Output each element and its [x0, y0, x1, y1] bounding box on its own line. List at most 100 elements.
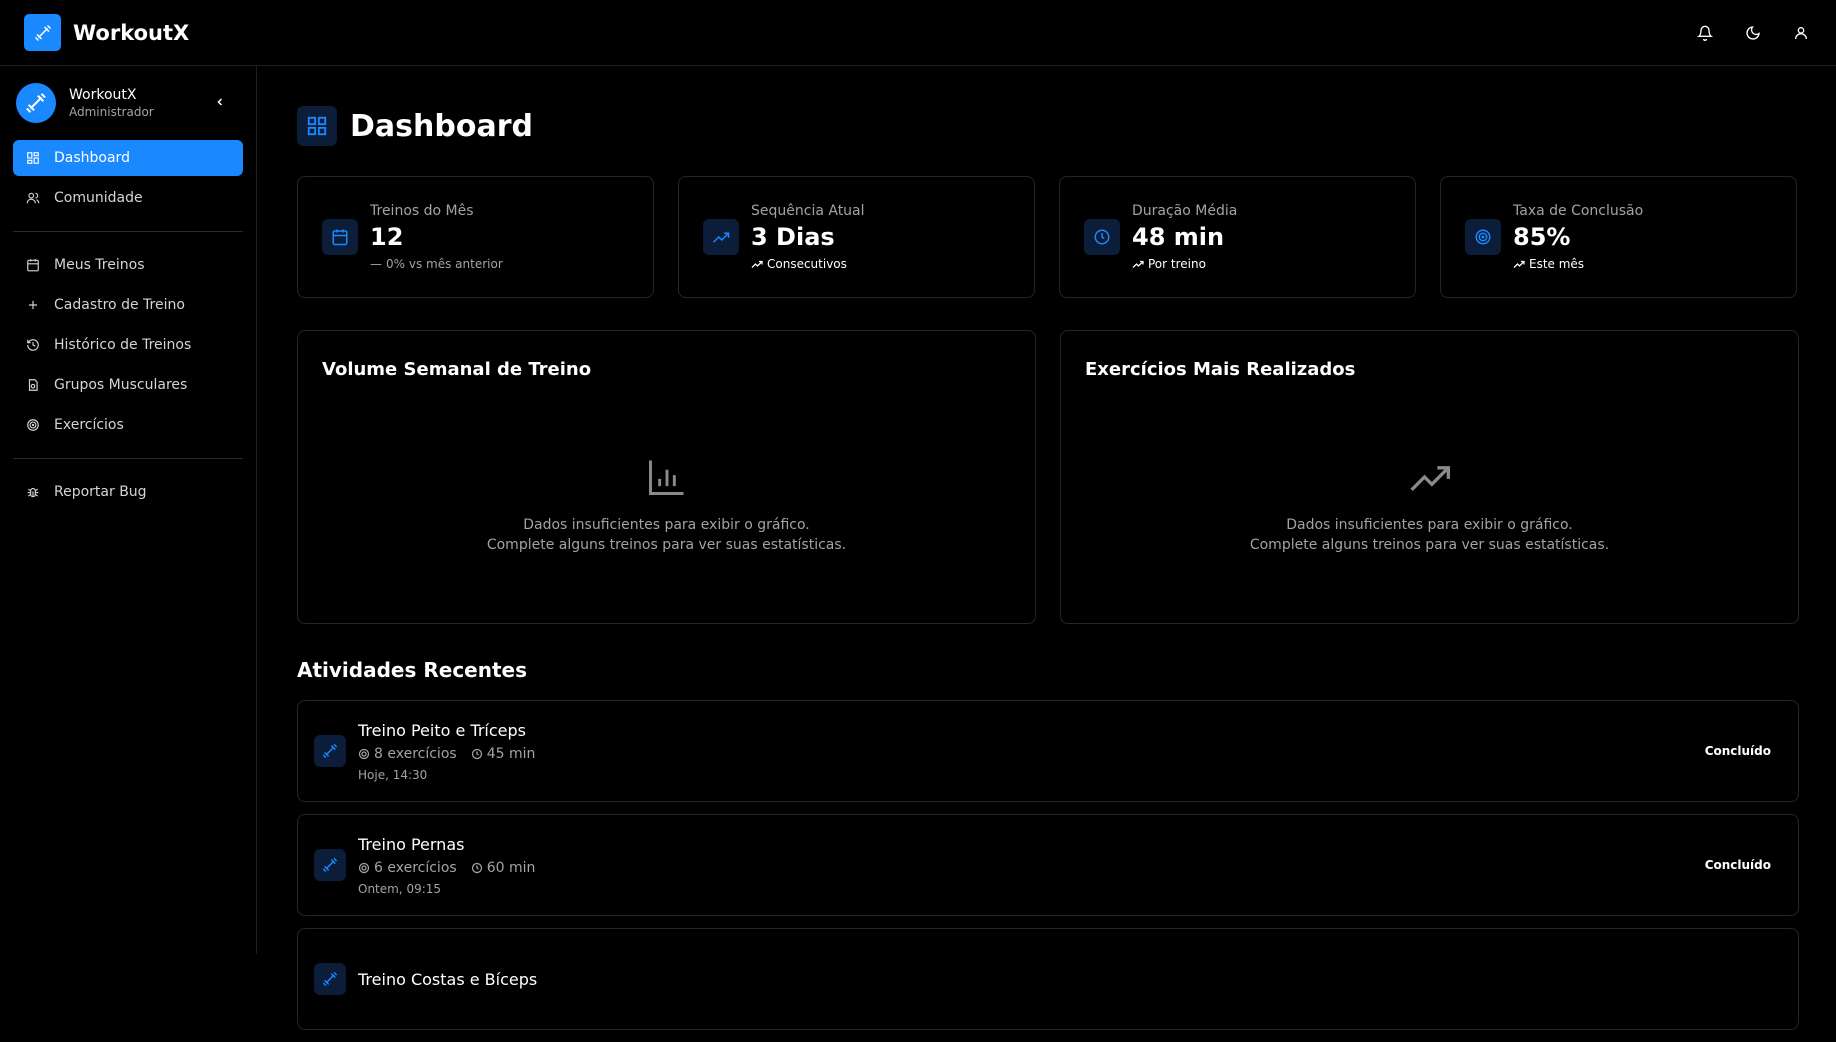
activity-list: Treino Peito e Tríceps 8 exercícios 45 m… — [297, 700, 1799, 1030]
chart-title: Volume Semanal de Treino — [322, 359, 592, 380]
status-badge: Concluído — [1704, 744, 1771, 758]
user-icon[interactable] — [1790, 22, 1812, 44]
bar-chart-icon — [645, 455, 689, 499]
trending-up-icon — [1132, 260, 1144, 268]
stat-note: Este mês — [1529, 257, 1585, 271]
activity-duration: 45 min — [486, 745, 536, 762]
activity-time: Ontem, 09:15 — [358, 881, 442, 896]
grid-icon — [297, 106, 337, 146]
divider — [13, 458, 243, 459]
sidebar-item-dashboard[interactable]: Dashboard — [13, 140, 243, 176]
sidebar-item-label: Dashboard — [54, 150, 130, 166]
stat-value: 12 — [370, 223, 404, 251]
muscle-icon — [25, 377, 41, 393]
main-content: Dashboard Treinos do Mês 12 — 0% vs mês a… — [297, 66, 1799, 1042]
activity-item[interactable]: Treino Costas e Bíceps — [297, 928, 1799, 1030]
activity-exercises: 6 exercícios — [374, 859, 457, 876]
bell-icon[interactable] — [1694, 22, 1716, 44]
activity-item[interactable]: Treino Pernas 6 exercícios 60 min Ontem,… — [297, 814, 1799, 916]
history-icon — [25, 337, 41, 353]
app-logo[interactable] — [24, 14, 61, 51]
target-icon — [1465, 219, 1501, 255]
stat-card-duracao: Duração Média 48 min Por treino — [1059, 176, 1416, 298]
plus-icon — [25, 297, 41, 313]
dumbbell-icon — [314, 735, 346, 767]
stat-value: 48 min — [1132, 223, 1225, 251]
clock-icon — [1084, 219, 1120, 255]
sidebar-item-cadastro-treino[interactable]: Cadastro de Treino — [13, 287, 243, 323]
sidebar-item-meus-treinos[interactable]: Meus Treinos — [13, 247, 243, 283]
chart-empty-hint: Complete alguns treinos para ver suas es… — [486, 537, 847, 553]
trending-up-icon — [1513, 260, 1525, 268]
stat-label: Taxa de Conclusão — [1513, 203, 1644, 219]
dumbbell-icon — [34, 24, 51, 41]
target-icon — [25, 417, 41, 433]
moon-icon[interactable] — [1742, 22, 1764, 44]
chart-empty-hint: Complete alguns treinos para ver suas es… — [1249, 537, 1610, 553]
sidebar-item-label: Histórico de Treinos — [54, 337, 192, 353]
calendar-icon — [25, 257, 41, 273]
grid-icon — [25, 150, 41, 166]
dumbbell-icon — [314, 963, 346, 995]
chart-card-volume: Volume Semanal de Treino Dados insuficie… — [297, 330, 1036, 624]
chevron-left-icon — [217, 98, 223, 106]
trending-up-icon — [751, 260, 763, 268]
users-icon — [25, 190, 41, 206]
stat-value: 3 Dias — [751, 223, 835, 251]
activity-title: Treino Pernas — [358, 834, 465, 854]
target-icon — [358, 748, 370, 759]
stat-card-sequencia: Sequência Atual 3 Dias Consecutivos — [678, 176, 1035, 298]
stat-value: 85% — [1513, 223, 1571, 251]
top-bar: WorkoutX — [0, 0, 1836, 66]
sidebar-item-comunidade[interactable]: Comunidade — [13, 180, 243, 216]
sidebar-item-exercicios[interactable]: Exercícios — [13, 407, 243, 443]
stat-card-treinos: Treinos do Mês 12 — 0% vs mês anterior — [297, 176, 654, 298]
divider — [13, 231, 243, 232]
profile-role: Administrador — [69, 105, 154, 119]
stat-label: Treinos do Mês — [370, 203, 474, 219]
stat-label: Sequência Atual — [751, 203, 865, 219]
stat-note: 0% vs mês anterior — [386, 257, 503, 271]
activity-time: Hoje, 14:30 — [358, 767, 428, 782]
avatar — [16, 83, 56, 123]
activity-title: Treino Peito e Tríceps — [358, 720, 526, 740]
calendar-icon — [322, 219, 358, 255]
chart-empty-message: Dados insuficientes para exibir o gráfic… — [523, 517, 810, 533]
target-icon — [358, 862, 370, 873]
trending-up-icon — [703, 219, 739, 255]
sidebar-item-label: Cadastro de Treino — [54, 297, 185, 313]
collapse-sidebar-button[interactable] — [212, 94, 228, 110]
sidebar-item-label: Grupos Musculares — [54, 377, 188, 393]
chart-card-exercicios: Exercícios Mais Realizados Dados insufic… — [1060, 330, 1799, 624]
bug-icon — [25, 484, 41, 500]
sidebar-item-grupos-musculares[interactable]: Grupos Musculares — [13, 367, 243, 403]
app-title: WorkoutX — [73, 20, 190, 45]
status-badge: Concluído — [1704, 858, 1771, 872]
charts-row: Volume Semanal de Treino Dados insuficie… — [297, 330, 1799, 624]
clock-icon — [471, 748, 482, 759]
sidebar-item-reportar-bug[interactable]: Reportar Bug — [13, 474, 243, 510]
profile-name: WorkoutX — [69, 87, 137, 103]
activity-duration: 60 min — [486, 859, 536, 876]
sidebar-nav: Dashboard Comunidade Meus Treinos Cadast… — [0, 140, 256, 510]
stat-note: Consecutivos — [767, 257, 847, 271]
sidebar-item-label: Reportar Bug — [54, 484, 147, 500]
chart-empty-message: Dados insuficientes para exibir o gráfic… — [1286, 517, 1573, 533]
profile-card: WorkoutX Administrador — [0, 66, 256, 140]
stat-label: Duração Média — [1132, 203, 1238, 219]
sidebar: WorkoutX Administrador Dashboard Comunid… — [0, 66, 257, 954]
stats-row: Treinos do Mês 12 — 0% vs mês anterior Se… — [297, 176, 1799, 298]
activity-exercises: 8 exercícios — [374, 745, 457, 762]
activity-item[interactable]: Treino Peito e Tríceps 8 exercícios 45 m… — [297, 700, 1799, 802]
dumbbell-icon — [314, 849, 346, 881]
sidebar-item-historico[interactable]: Histórico de Treinos — [13, 327, 243, 363]
chart-title: Exercícios Mais Realizados — [1085, 359, 1356, 380]
stat-card-conclusao: Taxa de Conclusão 85% Este mês — [1440, 176, 1797, 298]
sidebar-item-label: Meus Treinos — [54, 257, 145, 273]
activity-title: Treino Costas e Bíceps — [358, 969, 538, 989]
minus-icon: — — [370, 257, 382, 271]
sidebar-item-label: Exercícios — [54, 417, 124, 433]
clock-icon — [471, 862, 482, 873]
stat-note: Por treino — [1148, 257, 1206, 271]
sidebar-item-label: Comunidade — [54, 190, 143, 206]
